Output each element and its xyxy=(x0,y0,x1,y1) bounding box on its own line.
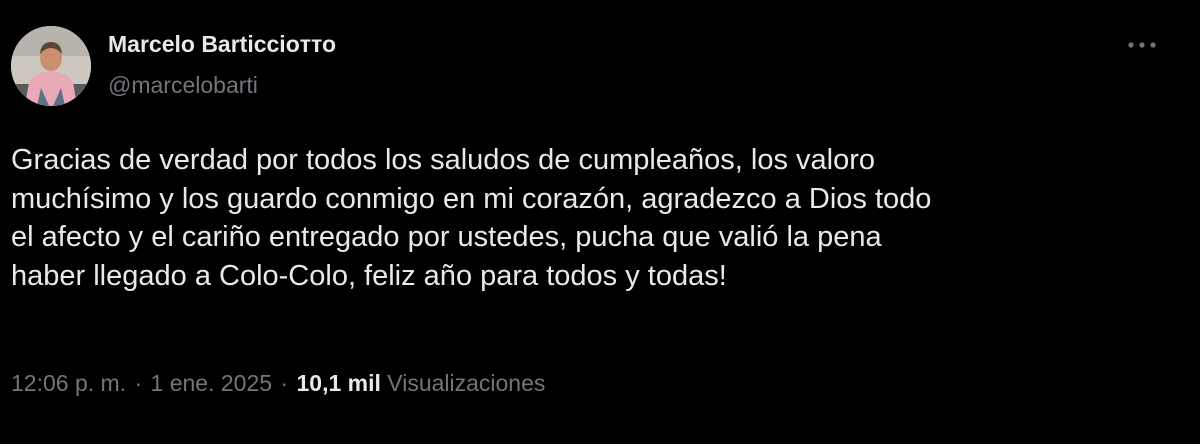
avatar-photo xyxy=(11,26,91,106)
tweet-time-link[interactable]: 12:06 p. m. xyxy=(11,370,126,396)
tweet-text-line: el afecto y el cariño entregado por uste… xyxy=(11,221,882,253)
tweet-text: Gracias de verdad por todos los saludos … xyxy=(11,141,1181,295)
tweet-text-line: haber llegado a Colo-Colo, feliz año par… xyxy=(11,259,727,292)
tweet-metadata: 12:06 p. m. · 1 ene. 2025 · 10,1 mil Vis… xyxy=(11,370,545,397)
tweet-date-link[interactable]: 1 ene. 2025 xyxy=(151,370,273,396)
user-handle[interactable]: @marcelobarti xyxy=(108,72,258,99)
more-horizontal-icon xyxy=(1128,42,1156,48)
views-label: Visualizaciones xyxy=(387,370,546,396)
views-count: 10,1 mil xyxy=(296,370,381,396)
display-name[interactable]: Marcelo Barticcioтто xyxy=(108,31,336,58)
avatar[interactable] xyxy=(11,26,91,106)
tweet-text-line: Gracias de verdad por todos los saludos … xyxy=(11,144,876,176)
more-options-button[interactable] xyxy=(1120,30,1164,60)
tweet: Marcelo Barticcioтто @marcelobarti Graci… xyxy=(0,0,1200,444)
tweet-text-line: muchísimo y los guardo conmigo en mi cor… xyxy=(11,182,932,215)
meta-separator: · xyxy=(134,370,143,396)
meta-separator: · xyxy=(280,370,289,396)
